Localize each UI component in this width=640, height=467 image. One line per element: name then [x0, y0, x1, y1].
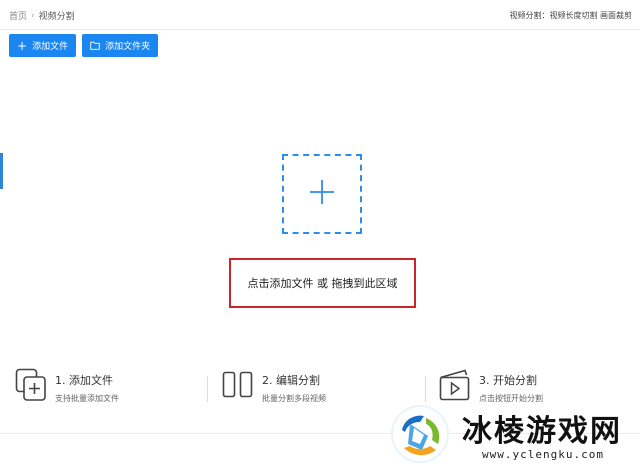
ice-logo-icon — [390, 404, 450, 464]
left-edge-indicator — [0, 153, 3, 189]
step-title: 2. 编辑分割 — [262, 374, 320, 387]
top-bar: 首页 › 视频分割 视频分割：视频长度切割 画面裁剪 — [0, 0, 640, 30]
feature-hint: 视频分割：视频长度切割 画面裁剪 — [509, 11, 632, 20]
plus-icon — [309, 179, 335, 209]
step-title: 3. 开始分割 — [479, 374, 537, 387]
drop-zone-text: 点击添加文件 或 拖拽到此区域 — [247, 277, 398, 290]
add-folder-button[interactable]: 添加文件夹 — [82, 34, 159, 57]
breadcrumb-home[interactable]: 首页 — [9, 9, 27, 22]
plus-icon: + — [17, 38, 28, 53]
watermark-logo: 冰棱游戏网 www.yclengku.com — [390, 404, 640, 467]
step-description: 支持批量添加文件 — [55, 394, 119, 403]
watermark-brand: 冰棱游戏网 — [462, 414, 622, 449]
toolbar: + 添加文件 添加文件夹 — [9, 34, 159, 57]
drop-zone-text-highlight[interactable]: 点击添加文件 或 拖拽到此区域 — [229, 258, 416, 308]
step-description: 批量分割多段视频 — [262, 394, 326, 403]
step-divider — [207, 376, 208, 402]
add-file-button[interactable]: + 添加文件 — [9, 34, 77, 57]
add-file-label: 添加文件 — [32, 42, 69, 52]
watermark-url: www.yclengku.com — [482, 448, 604, 461]
breadcrumb-separator: › — [31, 10, 35, 21]
step-title: 1. 添加文件 — [55, 374, 113, 387]
play-clapper-icon — [439, 368, 471, 406]
step-divider — [425, 376, 426, 402]
add-folder-label: 添加文件夹 — [105, 42, 151, 52]
breadcrumb-current: 视频分割 — [38, 12, 75, 22]
drop-zone-add-box[interactable] — [282, 154, 362, 234]
folder-icon — [90, 41, 100, 50]
split-icon — [222, 368, 254, 406]
copy-add-icon — [15, 368, 47, 406]
step-description: 点击按钮开始分割 — [479, 394, 543, 403]
breadcrumb: 首页 › 视频分割 — [9, 9, 75, 23]
